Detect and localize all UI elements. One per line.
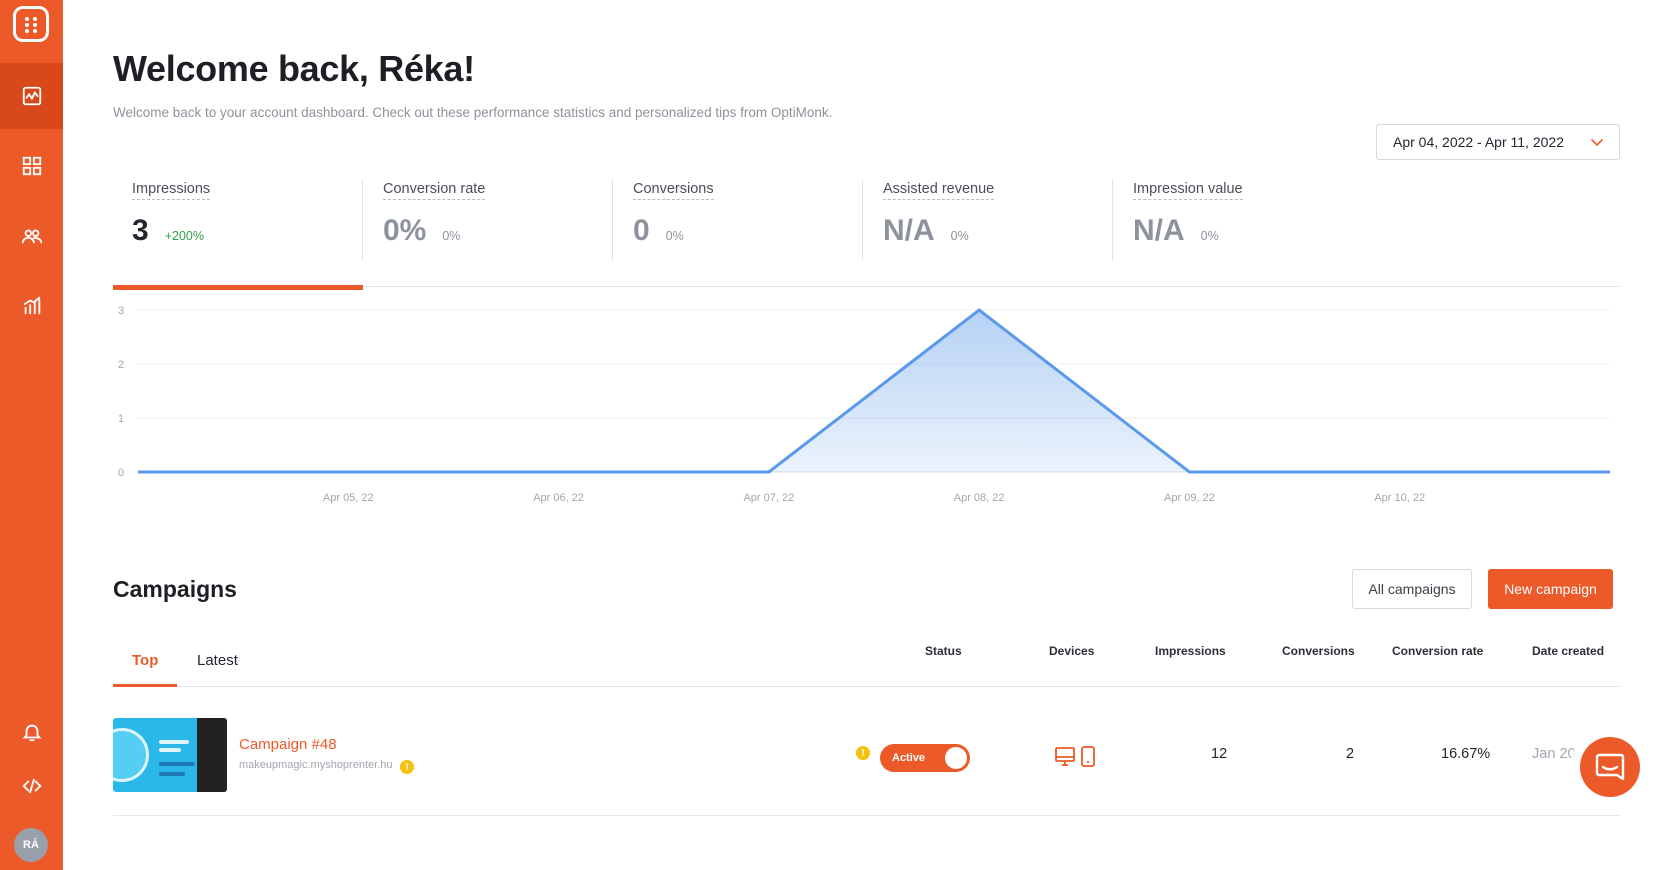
kpi-divider [862,180,863,260]
chat-widget-button[interactable] [1580,737,1640,797]
activity-chart-icon [22,86,41,106]
nav-code[interactable] [0,756,63,816]
tab-latest[interactable]: Latest [197,652,238,669]
code-icon [21,778,42,794]
column-header-devices: Devices [1049,644,1095,658]
date-range-value: Apr 04, 2022 - Apr 11, 2022 [1393,134,1564,150]
campaign-domain: makeupmagic.myshoprenter.hu [239,759,393,771]
kpi-change: 0% [1200,229,1219,243]
cell-date-created: Jan 20, [1532,746,1580,762]
kpi-label: Impression value [1133,181,1243,200]
impressions-chart: 0 1 2 3 Apr 05, 22 Apr 06, 22 Apr 07, 22 Apr 0… [118,305,1610,504]
kpi-divider [612,180,613,260]
kpi-change: 0% [442,229,461,243]
campaign-name-link[interactable]: Campaign #48 [239,736,337,753]
chart-x-tick-label: Apr 06, 22 [533,492,584,504]
kpi-active-indicator [113,285,363,290]
chart-y-tick-label: 3 [118,305,124,317]
new-campaign-button[interactable]: New campaign [1488,569,1613,609]
warning-icon[interactable]: ! [400,760,414,774]
status-toggle-label: Active [892,752,926,764]
all-campaigns-button[interactable]: All campaigns [1352,569,1472,609]
toggle-knob [945,747,967,769]
kpi-divider [1112,180,1113,260]
kpi-conversion-rate[interactable]: Conversion rate 0% 0% [383,180,486,260]
kpi-value: 3 [132,214,149,247]
kpi-label: Assisted revenue [883,181,995,200]
optimonk-logo-icon[interactable] [13,6,49,42]
mobile-icon [1081,746,1095,767]
kpi-assisted-revenue[interactable]: Assisted revenue N/A 0% [883,180,995,260]
chart-y-tick-label: 1 [118,413,124,425]
bell-icon [21,724,42,742]
column-header-date-created: Date created [1532,644,1605,658]
status-toggle[interactable]: Active [880,744,970,772]
nav-analytics[interactable] [0,273,63,339]
column-header-conversions: Conversions [1282,644,1355,658]
chart-x-tick-label: Apr 09, 22 [1164,492,1215,504]
kpi-change: 0% [950,229,969,243]
kpi-value: 0% [383,214,427,247]
user-avatar[interactable]: RÁ [14,828,48,862]
grid-icon [22,156,41,176]
kpi-label: Impressions [132,181,211,200]
column-header-status: Status [925,644,962,658]
chart-y-tick-label: 2 [118,359,124,371]
kpi-value: N/A [883,214,935,247]
nav-notifications[interactable] [0,702,63,762]
chat-icon [1595,753,1625,781]
tab-active-indicator [113,684,177,687]
kpi-label: Conversion rate [383,181,486,200]
cell-impressions: 12 [1211,746,1228,762]
thumbnail-wheel-graphic [113,728,149,782]
date-range-picker[interactable]: Apr 04, 2022 - Apr 11, 2022 [1376,124,1620,160]
campaign-thumbnail[interactable] [113,718,227,792]
kpi-value: 0 [633,214,650,247]
page-title: Welcome back, Réka! [113,48,475,89]
column-header-impressions: Impressions [1155,644,1226,658]
tabs-divider [113,686,1620,687]
chevron-down-icon [1591,139,1603,147]
row-divider [113,815,1620,816]
kpi-impressions[interactable]: Impressions 3 +200% [132,180,211,260]
users-icon [21,229,42,244]
status-warning-icon[interactable]: ! [856,746,870,760]
sidebar: RÁ [0,0,63,870]
thumbnail-text-line [159,748,181,752]
column-header-conversion-rate: Conversion rate [1392,644,1484,658]
nav-campaigns[interactable] [0,133,63,199]
thumbnail-input-line [159,762,195,766]
kpi-divider [362,180,363,260]
chart-y-tick-label: 0 [118,467,124,479]
nav-dashboard[interactable] [0,63,63,129]
chart-x-tick-label: Apr 10, 22 [1374,492,1425,504]
kpi-impression-value[interactable]: Impression value N/A 0% [1133,180,1243,260]
kpi-label: Conversions [633,181,714,200]
tab-top[interactable]: Top [132,652,158,669]
chart-x-tick-label: Apr 08, 22 [954,492,1005,504]
kpi-conversions[interactable]: Conversions 0 0% [633,180,714,260]
thumbnail-text-line [159,740,189,744]
kpi-change: 0% [665,229,684,243]
cell-conversion-rate: 16.67% [1441,746,1491,762]
chart-x-tick-label: Apr 07, 22 [743,492,794,504]
cell-conversions: 2 [1346,746,1355,762]
nav-subscribers[interactable] [0,203,63,269]
kpi-change: +200% [164,229,204,243]
kpi-value: N/A [1133,214,1185,247]
thumbnail-dark-panel [197,718,227,792]
desktop-icon [1055,747,1075,766]
thumbnail-button-line [159,772,185,776]
campaigns-title: Campaigns [113,576,237,602]
bar-chart-icon [23,296,40,315]
page-subtitle: Welcome back to your account dashboard. … [113,105,833,120]
chart-x-tick-label: Apr 05, 22 [323,492,374,504]
